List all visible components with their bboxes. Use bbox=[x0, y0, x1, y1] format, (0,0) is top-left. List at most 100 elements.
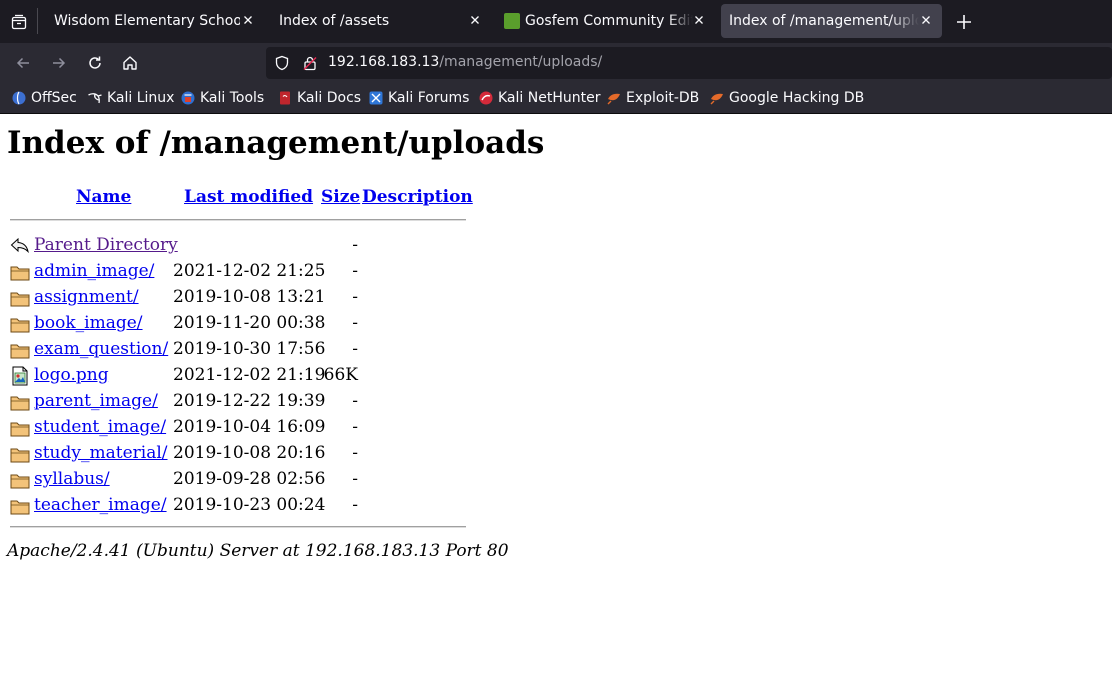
bookmark-label: OffSec bbox=[31, 90, 77, 106]
row-size: - bbox=[352, 261, 358, 281]
entry-link[interactable]: admin_image/ bbox=[34, 261, 154, 281]
bookmark-google-hacking-db[interactable]: Google Hacking DB bbox=[709, 90, 864, 106]
url-text[interactable]: 192.168.183.13/management/uploads/ bbox=[328, 54, 602, 70]
column-header-last-modified[interactable]: Last modified bbox=[184, 187, 313, 207]
table-row: parent_image/ 2019-12-22 19:39 - bbox=[0, 389, 480, 415]
bookmark-kali-nethunter[interactable]: Kali NetHunter bbox=[478, 90, 600, 106]
row-last-modified: 2021-12-02 21:25 bbox=[173, 261, 326, 281]
folder-icon bbox=[10, 500, 30, 515]
bookmark-label: Kali Docs bbox=[297, 90, 362, 106]
back-arrow-icon bbox=[10, 237, 29, 254]
row-size: - bbox=[352, 495, 358, 515]
forward-button[interactable] bbox=[47, 51, 71, 75]
bookmark-offsec[interactable]: OffSec bbox=[11, 90, 77, 106]
folder-icon bbox=[10, 318, 30, 333]
bookmark-kali-docs[interactable]: Kali Docs bbox=[277, 90, 361, 106]
column-header-description[interactable]: Description bbox=[362, 187, 473, 207]
server-signature: Apache/2.4.41 (Ubuntu) Server at 192.168… bbox=[7, 541, 509, 561]
bookmark-kali-linux[interactable]: Kali Linux bbox=[87, 90, 174, 106]
close-tab-icon[interactable] bbox=[691, 12, 707, 28]
folder-icon bbox=[10, 422, 30, 437]
row-last-modified: 2019-10-04 16:09 bbox=[173, 417, 326, 437]
table-row: student_image/ 2019-10-04 16:09 - bbox=[0, 415, 480, 441]
tab-strip: Wisdom Elementary School Index of /asset… bbox=[0, 0, 1112, 43]
row-size: - bbox=[352, 443, 358, 463]
folder-icon bbox=[10, 396, 30, 411]
home-icon bbox=[123, 56, 137, 70]
table-row: book_image/ 2019-11-20 00:38 - bbox=[0, 311, 480, 337]
insecure-lock-icon[interactable] bbox=[302, 55, 318, 71]
entry-link[interactable]: parent_image/ bbox=[34, 391, 158, 411]
entry-link[interactable]: student_image/ bbox=[34, 417, 166, 437]
row-size: - bbox=[352, 313, 358, 333]
entry-link[interactable]: teacher_image/ bbox=[34, 495, 167, 515]
close-tab-icon[interactable] bbox=[467, 12, 483, 28]
tab-wisdom-elementary[interactable]: Wisdom Elementary School bbox=[46, 4, 264, 38]
tab-label: Wisdom Elementary School bbox=[54, 13, 240, 29]
entry-link[interactable]: logo.png bbox=[34, 365, 109, 385]
tab-index-management-uploads[interactable]: Index of /management/uploa bbox=[721, 4, 942, 38]
table-row: admin_image/ 2021-12-02 21:25 - bbox=[0, 259, 480, 285]
row-size: - bbox=[352, 391, 358, 411]
row-last-modified: 2019-12-22 19:39 bbox=[173, 391, 326, 411]
parent-directory-link[interactable]: Parent Directory bbox=[34, 235, 178, 255]
row-size: - bbox=[352, 235, 358, 255]
reload-icon bbox=[89, 56, 101, 69]
row-size: - bbox=[352, 417, 358, 437]
bookmark-label: Exploit-DB bbox=[626, 90, 700, 106]
folder-icon bbox=[10, 474, 30, 489]
kali-tools-icon bbox=[181, 91, 195, 105]
navigation-toolbar: 192.168.183.13/management/uploads/ bbox=[0, 43, 1112, 83]
url-path: /management/uploads/ bbox=[439, 54, 603, 70]
tab-overview-button[interactable] bbox=[0, 0, 38, 43]
row-last-modified: 2019-10-08 20:16 bbox=[173, 443, 326, 463]
folder-icon bbox=[10, 448, 30, 463]
bookmark-label: Kali Linux bbox=[107, 90, 175, 106]
address-bar[interactable]: 192.168.183.13/management/uploads/ bbox=[266, 47, 1112, 79]
column-header-size[interactable]: Size bbox=[321, 187, 360, 207]
table-row: syllabus/ 2019-09-28 02:56 - bbox=[0, 467, 480, 493]
bookmark-exploit-db[interactable]: Exploit-DB bbox=[606, 90, 699, 106]
back-arrow-icon bbox=[16, 57, 29, 69]
offsec-icon bbox=[12, 91, 26, 105]
row-size: - bbox=[352, 469, 358, 489]
tab-gosfem[interactable]: Gosfem Community Editio bbox=[497, 4, 715, 38]
row-last-modified: 2019-09-28 02:56 bbox=[173, 469, 326, 489]
row-size: - bbox=[352, 287, 358, 307]
back-button[interactable] bbox=[11, 51, 35, 75]
table-row: teacher_image/ 2019-10-23 00:24 - bbox=[0, 493, 480, 519]
page-title: Index of /management/uploads bbox=[7, 125, 545, 161]
home-button[interactable] bbox=[118, 51, 142, 75]
kali-nethunter-icon bbox=[479, 91, 493, 105]
tab-index-assets[interactable]: Index of /assets bbox=[271, 4, 491, 38]
entry-link[interactable]: book_image/ bbox=[34, 313, 143, 333]
bookmark-kali-forums[interactable]: Kali Forums bbox=[368, 90, 469, 106]
folder-icon bbox=[10, 344, 30, 359]
row-last-modified: 2019-10-30 17:56 bbox=[173, 339, 326, 359]
close-tab-icon[interactable] bbox=[240, 12, 256, 28]
table-row: logo.png 2021-12-02 21:19 66K bbox=[0, 363, 480, 389]
close-tab-icon[interactable] bbox=[918, 12, 934, 28]
kali-dragon-icon bbox=[88, 93, 102, 104]
entry-link[interactable]: exam_question/ bbox=[34, 339, 168, 359]
bookmark-label: Google Hacking DB bbox=[729, 90, 865, 106]
table-row: assignment/ 2019-10-08 13:21 - bbox=[0, 285, 480, 311]
folder-icon bbox=[10, 266, 30, 281]
table-row-parent-directory: Parent Directory - bbox=[0, 233, 480, 259]
bookmark-label: Kali Tools bbox=[200, 90, 265, 106]
reload-button[interactable] bbox=[83, 51, 107, 75]
row-last-modified: 2019-10-23 00:24 bbox=[173, 495, 326, 515]
kali-forums-icon bbox=[369, 91, 383, 105]
tab-label: Index of /management/uploa bbox=[729, 13, 919, 29]
bookmark-label: Kali Forums bbox=[388, 90, 470, 106]
bookmark-kali-tools[interactable]: Kali Tools bbox=[180, 90, 264, 106]
entry-link[interactable]: syllabus/ bbox=[34, 469, 110, 489]
image-file-icon bbox=[12, 366, 28, 386]
entry-link[interactable]: assignment/ bbox=[34, 287, 139, 307]
entry-link[interactable]: study_material/ bbox=[34, 443, 168, 463]
table-divider-bottom bbox=[10, 526, 466, 528]
new-tab-icon[interactable] bbox=[952, 10, 976, 34]
bookmark-label: Kali NetHunter bbox=[498, 90, 601, 106]
tracking-protection-shield-icon[interactable] bbox=[274, 55, 290, 71]
column-header-name[interactable]: Name bbox=[76, 187, 131, 207]
